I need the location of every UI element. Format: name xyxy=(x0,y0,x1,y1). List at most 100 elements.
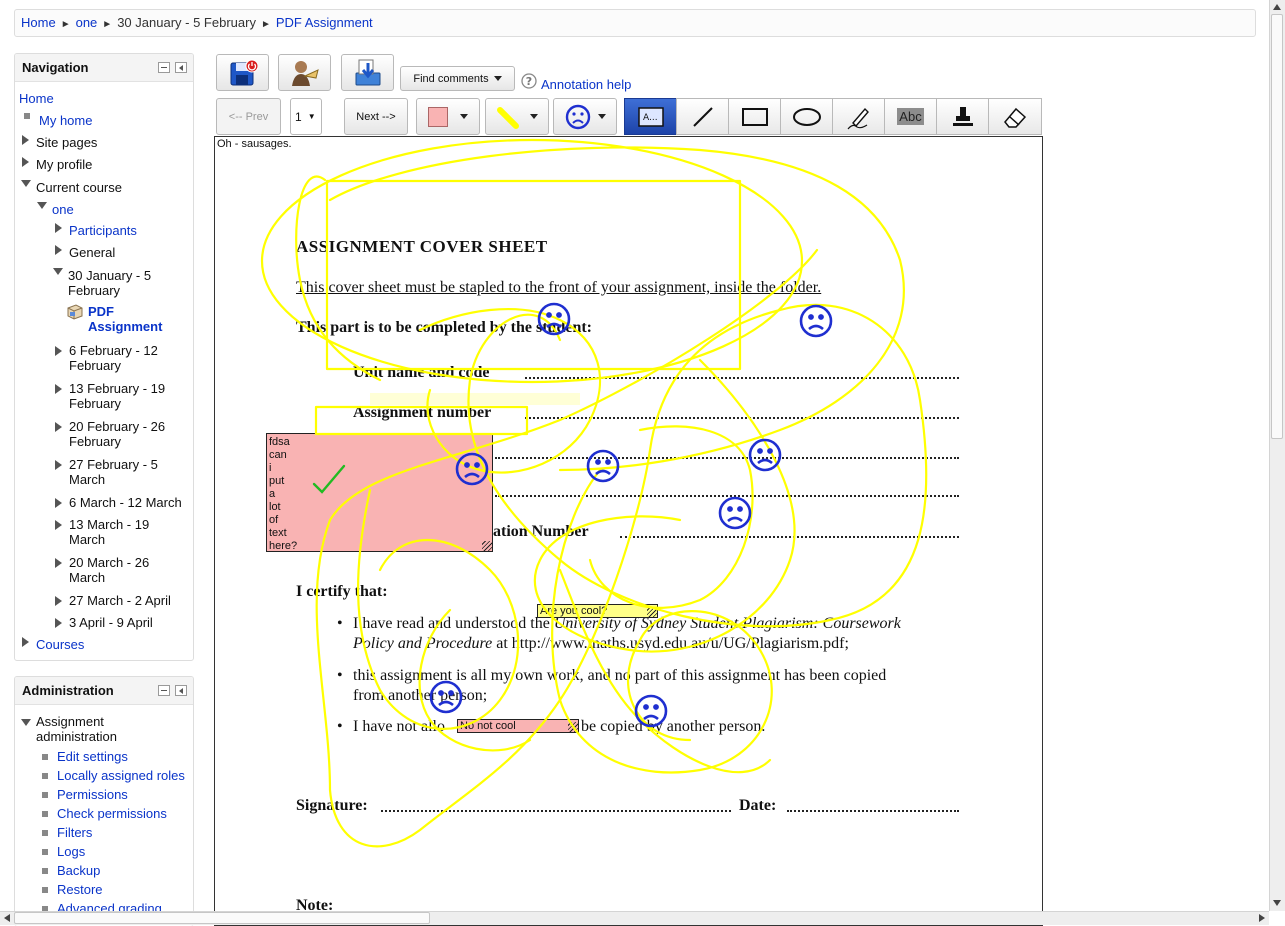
breadcrumb-assignment[interactable]: PDF Assignment xyxy=(276,15,373,30)
pen-color-dropdown[interactable] xyxy=(485,98,549,135)
dock-block-icon[interactable] xyxy=(175,685,187,696)
collapse-arrow-icon[interactable] xyxy=(21,180,31,187)
admin-item[interactable]: Check permissions xyxy=(40,806,167,821)
admin-item[interactable]: Restore xyxy=(40,882,103,897)
admin-item-label[interactable]: Locally assigned roles xyxy=(57,768,185,783)
scroll-up-icon[interactable] xyxy=(1273,4,1281,10)
scroll-down-icon[interactable] xyxy=(1273,900,1281,906)
resize-handle-icon[interactable] xyxy=(482,541,492,551)
expand-arrow-icon[interactable] xyxy=(55,384,62,394)
nav-week-item[interactable]: 20 March - 26 March xyxy=(55,555,190,585)
expand-arrow-icon[interactable] xyxy=(55,223,62,233)
nav-my-home[interactable]: My home xyxy=(22,113,92,128)
expand-arrow-icon[interactable] xyxy=(55,596,62,606)
nav-general[interactable]: General xyxy=(55,245,115,260)
nav-participants[interactable]: Participants xyxy=(55,223,137,238)
comment-color-dropdown[interactable] xyxy=(416,98,480,135)
nav-course-one-label[interactable]: one xyxy=(52,202,74,217)
nav-week-item[interactable]: 6 February - 12 February xyxy=(55,343,190,373)
page-select[interactable]: 1 ▼ xyxy=(290,98,322,135)
nav-my-profile[interactable]: My profile xyxy=(22,157,92,172)
prev-page-button[interactable]: <-- Prev xyxy=(216,98,281,135)
nav-participants-label[interactable]: Participants xyxy=(69,223,137,238)
comment-box-small[interactable]: No not cool xyxy=(457,719,579,733)
find-comments-dropdown[interactable]: Find comments xyxy=(400,66,515,91)
line-tool-button[interactable] xyxy=(676,98,729,135)
download-button[interactable] xyxy=(341,54,394,91)
expand-arrow-icon[interactable] xyxy=(55,346,62,356)
breadcrumb-home[interactable]: Home xyxy=(21,15,56,30)
comment-text[interactable]: fdsa can i put a lot of text here? xyxy=(269,436,490,553)
nav-pdf-assignment[interactable]: PDF Assignment xyxy=(66,304,176,334)
expand-arrow-icon[interactable] xyxy=(22,135,29,145)
help-icon[interactable]: ? xyxy=(521,73,537,89)
freehand-tool-button[interactable] xyxy=(832,98,885,135)
scroll-left-icon[interactable] xyxy=(4,914,10,922)
nav-week-item[interactable]: 27 February - 5 March xyxy=(55,457,190,487)
nav-week-current[interactable]: 30 January - 5 February xyxy=(53,268,173,298)
admin-item-label[interactable]: Logs xyxy=(57,844,85,859)
collapse-arrow-icon[interactable] xyxy=(21,719,31,726)
expand-arrow-icon[interactable] xyxy=(55,422,62,432)
nav-my-home-label[interactable]: My home xyxy=(39,113,92,128)
nav-week-item[interactable]: 20 February - 26 February xyxy=(55,419,190,449)
horizontal-scroll-thumb[interactable] xyxy=(14,912,430,924)
admin-item[interactable]: Backup xyxy=(40,863,100,878)
nav-week-item[interactable]: 6 March - 12 March xyxy=(55,495,190,510)
expand-arrow-icon[interactable] xyxy=(55,498,62,508)
admin-item[interactable]: Logs xyxy=(40,844,85,859)
admin-item[interactable]: Permissions xyxy=(40,787,128,802)
admin-item-label[interactable]: Restore xyxy=(57,882,103,897)
admin-item-label[interactable]: Edit settings xyxy=(57,749,128,764)
dock-block-icon[interactable] xyxy=(175,62,187,73)
vertical-scroll-thumb[interactable] xyxy=(1271,14,1283,439)
save-submit-button[interactable] xyxy=(216,54,269,91)
collapse-arrow-icon[interactable] xyxy=(37,202,47,209)
expand-arrow-icon[interactable] xyxy=(55,460,62,470)
stamp-select-dropdown[interactable] xyxy=(553,98,617,135)
annotation-help-link[interactable]: Annotation help xyxy=(541,77,631,92)
resize-handle-icon[interactable] xyxy=(647,607,657,617)
nav-week-item[interactable]: 27 March - 2 April xyxy=(55,593,190,608)
stamp-tool-button[interactable] xyxy=(936,98,989,135)
nav-pdf-assignment-label[interactable]: PDF Assignment xyxy=(88,304,168,334)
nav-home[interactable]: Home xyxy=(19,91,54,106)
comment-box-yellow[interactable]: Are you cool? xyxy=(537,604,658,618)
admin-item[interactable]: Filters xyxy=(40,825,92,840)
oval-tool-button[interactable] xyxy=(780,98,833,135)
nav-week-item[interactable]: 13 March - 19 March xyxy=(55,517,190,547)
nav-week-item[interactable]: 13 February - 19 February xyxy=(55,381,190,411)
expand-arrow-icon[interactable] xyxy=(22,157,29,167)
comment-box-large[interactable]: fdsa can i put a lot of text here? xyxy=(266,433,493,552)
admin-item[interactable]: Locally assigned roles xyxy=(40,768,185,783)
comment-text[interactable]: No not cool xyxy=(460,720,516,732)
expand-arrow-icon[interactable] xyxy=(55,618,62,628)
comment-text[interactable]: Are you cool? xyxy=(540,605,607,617)
scroll-right-icon[interactable] xyxy=(1259,914,1265,922)
nav-week-item[interactable]: 3 April - 9 April xyxy=(55,615,190,630)
nav-current-course[interactable]: Current course xyxy=(21,180,122,195)
collapse-arrow-icon[interactable] xyxy=(53,268,63,275)
highlight-tool-button[interactable]: Abc xyxy=(884,98,937,135)
nav-site-pages[interactable]: Site pages xyxy=(22,135,97,150)
admin-item-label[interactable]: Backup xyxy=(57,863,100,878)
nav-courses[interactable]: Courses xyxy=(22,637,84,652)
admin-item[interactable]: Edit settings xyxy=(40,749,128,764)
admin-assignment-section[interactable]: Assignment administration xyxy=(21,714,161,744)
expand-arrow-icon[interactable] xyxy=(55,520,62,530)
return-to-grading-button[interactable] xyxy=(278,54,331,91)
breadcrumb-course[interactable]: one xyxy=(76,15,98,30)
nav-course-one[interactable]: one xyxy=(37,202,74,217)
resize-handle-icon[interactable] xyxy=(568,722,578,732)
comment-tool-button[interactable]: A... xyxy=(624,98,677,135)
next-page-button[interactable]: Next --> xyxy=(344,98,408,135)
expand-arrow-icon[interactable] xyxy=(55,558,62,568)
eraser-tool-button[interactable] xyxy=(988,98,1042,135)
expand-arrow-icon[interactable] xyxy=(55,245,62,255)
rectangle-tool-button[interactable] xyxy=(728,98,781,135)
admin-item-label[interactable]: Filters xyxy=(57,825,92,840)
expand-arrow-icon[interactable] xyxy=(22,637,29,647)
admin-item-label[interactable]: Permissions xyxy=(57,787,128,802)
hide-block-icon[interactable] xyxy=(158,62,170,73)
hide-block-icon[interactable] xyxy=(158,685,170,696)
